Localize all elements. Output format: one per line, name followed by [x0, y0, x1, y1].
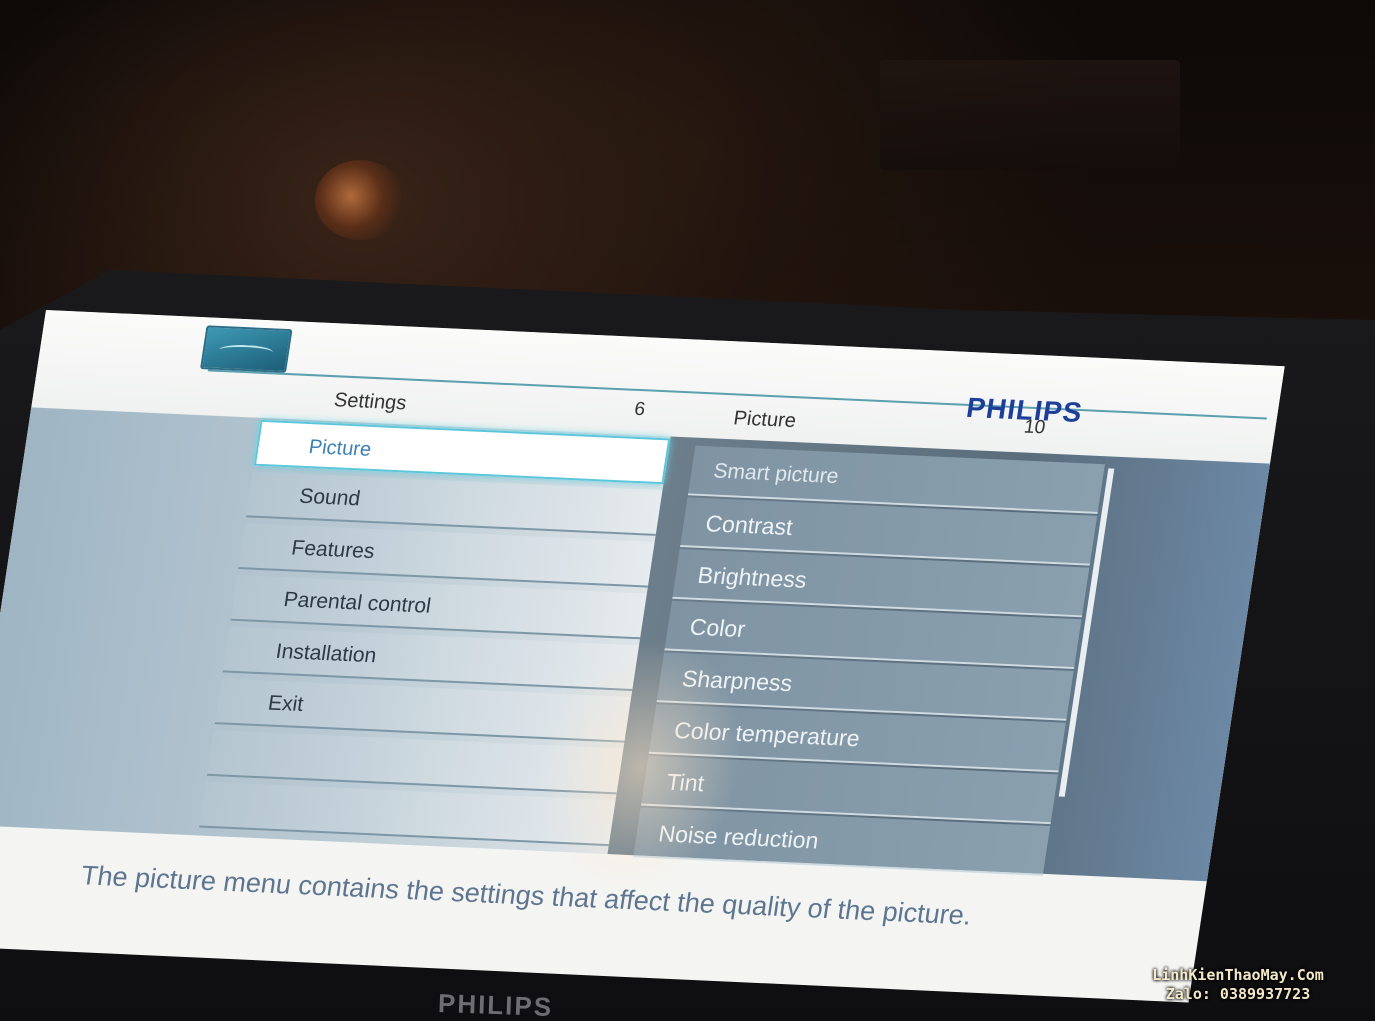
- settings-count: 6: [632, 398, 647, 421]
- picture-menu-item-label: Sharpness: [680, 665, 795, 697]
- settings-menu-item-label: Picture: [307, 436, 373, 461]
- settings-menu-item-label: Parental control: [282, 588, 433, 618]
- picture-menu-item-label: Brightness: [696, 561, 809, 593]
- background-shelf: [880, 60, 1180, 170]
- watermark-phone: Zalo: 0389937723: [1165, 985, 1311, 1003]
- settings-menu-item-label: Installation: [274, 639, 379, 668]
- picture-title: Picture: [732, 407, 798, 433]
- picture-menu-item-label: Color: [688, 613, 748, 642]
- photo-scene: PHILIPS Settings 6 Picture 10 Picture Sou…: [0, 0, 1375, 1021]
- picture-menu-item-label: Color temperature: [672, 717, 862, 752]
- watermark: LinhKienThaoMay.Com Zalo: 0389937723: [1128, 966, 1348, 1004]
- settings-menu-item-label: Sound: [297, 484, 362, 511]
- tv-screen: PHILIPS Settings 6 Picture 10 Picture Sou…: [0, 310, 1285, 1003]
- settings-menu-item-label: Exit: [266, 691, 305, 717]
- tv-icon: [200, 325, 293, 373]
- picture-count: 10: [1022, 416, 1047, 439]
- picture-menu-item-label: Tint: [664, 768, 707, 797]
- picture-menu-item-label: Noise reduction: [656, 820, 821, 854]
- watermark-site: LinhKienThaoMay.Com: [1152, 966, 1324, 984]
- picture-menu-item-label: Smart picture: [711, 459, 841, 489]
- background-lamp: [315, 160, 405, 240]
- settings-title: Settings: [332, 389, 408, 415]
- bezel-logo: PHILIPS: [437, 988, 554, 1021]
- picture-menu-item-label: Contrast: [703, 510, 795, 541]
- settings-menu-item-label: Features: [289, 536, 377, 564]
